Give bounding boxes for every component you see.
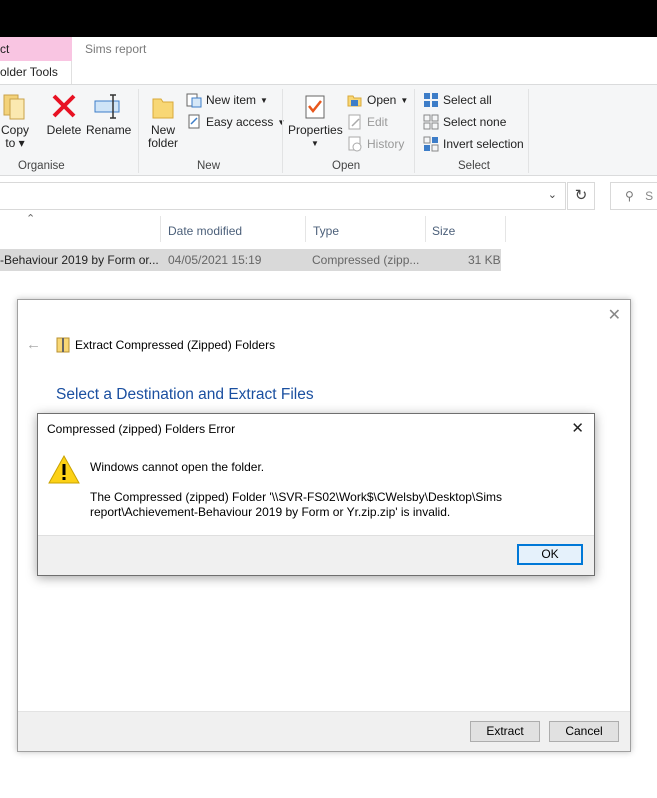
ribbon-separator [282, 89, 283, 173]
sort-arrow-icon: ⌃ [26, 213, 36, 225]
context-tab-label: ct [0, 42, 10, 56]
address-bar[interactable]: ⌄ [0, 182, 566, 210]
cancel-button[interactable]: Cancel [549, 721, 619, 742]
warning-icon [48, 454, 80, 484]
dropdown-arrow-icon: ▼ [311, 139, 319, 148]
organise-group-label: Organise [18, 160, 65, 172]
open-label: Open [367, 93, 397, 107]
folder-tools-label: older Tools [0, 65, 58, 79]
delete-button[interactable]: Delete [44, 91, 84, 137]
open-button[interactable]: Open ▼ [347, 91, 408, 109]
select-all-label: Select all [443, 93, 492, 107]
select-none-label: Select none [443, 115, 507, 129]
copy-to-label: Copy to ▾ [0, 123, 29, 150]
ribbon-separator [138, 89, 139, 173]
ribbon-separator [528, 89, 529, 173]
select-none-icon [423, 114, 439, 130]
folder-tools-tab[interactable]: older Tools [0, 61, 72, 84]
open-group-label: Open [332, 160, 361, 172]
rename-icon [94, 94, 120, 119]
column-header-size[interactable]: Size [432, 224, 455, 238]
search-input[interactable]: ⚲ S [610, 182, 657, 210]
file-date: 04/05/2021 15:19 [168, 253, 262, 267]
new-group-label: New [197, 160, 221, 172]
error-dialog-title: Compressed (zipped) Folders Error [47, 422, 236, 436]
ribbon-separator [414, 89, 415, 173]
ribbon: Copy to ▾ Delete Rename Organise New fol… [0, 84, 657, 176]
file-name[interactable]: -Behaviour 2019 by Form or... [0, 253, 159, 267]
history-button[interactable]: History [347, 135, 404, 153]
refresh-icon[interactable]: ↻ [567, 182, 595, 210]
new-item-button[interactable]: New item ▼ [186, 91, 268, 109]
edit-icon [348, 114, 361, 130]
context-tab[interactable]: ct [0, 37, 72, 61]
invert-selection-icon [423, 136, 439, 152]
delete-label: Delete [46, 123, 82, 137]
folder-icon [152, 98, 174, 119]
open-folder-icon [347, 95, 362, 107]
ok-button[interactable]: OK [517, 544, 583, 565]
history-icon [348, 136, 362, 152]
dropdown-arrow-icon: ▼ [260, 95, 268, 105]
properties-label: Properties [288, 123, 343, 137]
close-icon[interactable]: ✕ [571, 419, 584, 437]
close-icon[interactable]: ✕ [608, 305, 621, 325]
column-divider [160, 216, 161, 242]
properties-button[interactable]: Properties ▼ [288, 93, 343, 150]
new-folder-button[interactable]: New folder [145, 93, 181, 150]
error-message: Windows cannot open the folder. [90, 460, 265, 474]
easy-access-icon [188, 114, 200, 129]
column-header-date-modified[interactable]: Date modified [168, 224, 242, 238]
select-group-label: Select [458, 160, 490, 172]
back-arrow-icon[interactable]: ← [26, 336, 41, 353]
select-all-button[interactable]: Select all [423, 91, 492, 109]
column-header-type[interactable]: Type [313, 224, 339, 238]
delete-x-icon [52, 94, 76, 118]
column-divider [505, 216, 506, 242]
copy-icon [3, 94, 25, 120]
error-dialog-footer [38, 535, 594, 575]
rename-button[interactable]: Rename [86, 91, 132, 137]
search-icon: ⚲ [625, 189, 634, 203]
error-detail-line-2: report\Achievement-Behaviour 2019 by For… [90, 505, 451, 519]
new-item-label: New item [206, 93, 257, 107]
select-all-icon [424, 93, 438, 107]
invert-selection-button[interactable]: Invert selection [423, 135, 524, 153]
new-item-icon [186, 93, 202, 108]
chevron-down-icon[interactable]: ⌄ [548, 188, 557, 201]
window-title: Sims report [85, 42, 147, 56]
easy-access-button[interactable]: Easy access▼ [186, 113, 285, 131]
column-divider [425, 216, 426, 242]
extract-button[interactable]: Extract [470, 721, 540, 742]
column-divider [305, 216, 306, 242]
wizard-title: Extract Compressed (Zipped) Folders [75, 338, 276, 352]
select-none-button[interactable]: Select none [423, 113, 506, 131]
search-placeholder: S [645, 189, 654, 203]
window-top-bar [0, 0, 657, 37]
zip-folder-icon [56, 337, 70, 353]
rename-label: Rename [86, 123, 132, 137]
wizard-heading: Select a Destination and Extract Files [56, 386, 314, 403]
properties-icon [305, 95, 325, 119]
dropdown-arrow-icon: ▼ [400, 95, 409, 105]
new-folder-label: New folder [147, 123, 179, 150]
file-type: Compressed (zipp... [312, 253, 420, 267]
error-detail-line-1: The Compressed (zipped) Folder '\\SVR-FS… [90, 490, 502, 504]
edit-label: Edit [367, 115, 388, 129]
invert-selection-label: Invert selection [443, 137, 524, 151]
history-label: History [367, 137, 405, 151]
edit-button[interactable]: Edit [347, 113, 388, 131]
easy-access-label: Easy access [206, 115, 274, 129]
file-size: 31 KB [468, 253, 501, 267]
copy-to-button[interactable]: Copy to ▾ [0, 91, 30, 150]
